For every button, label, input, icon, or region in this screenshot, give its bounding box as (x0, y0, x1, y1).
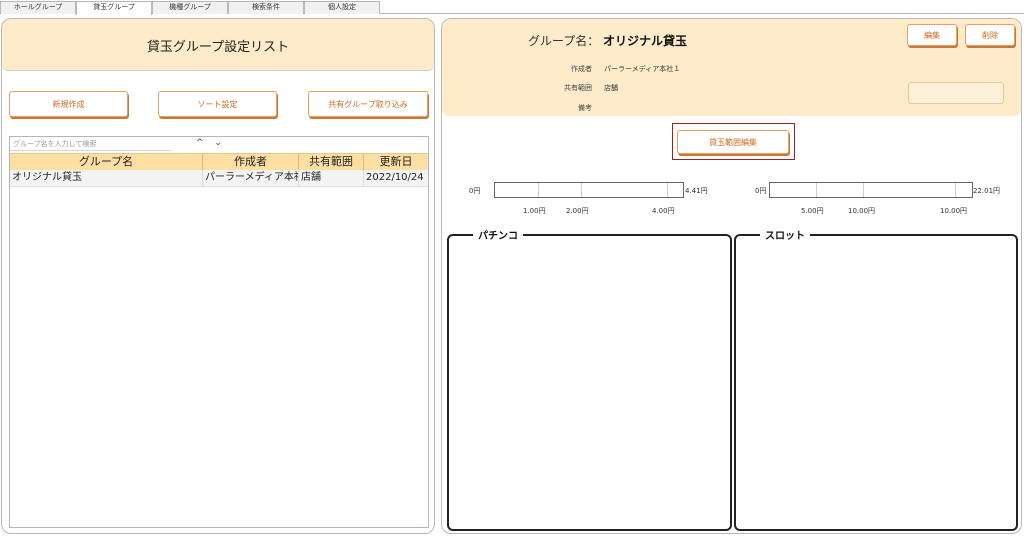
slot-scale-tick-label: 5.00円 (801, 207, 824, 215)
cell-scope: 店舗 (299, 170, 364, 186)
tab-bar: ホールグループ 貸玉グループ 機種グループ 検索条件 個人設定 (0, 0, 1024, 15)
column-header-creator[interactable]: 作成者 (203, 154, 299, 170)
edit-button[interactable]: 編集 (907, 24, 957, 46)
pachinko-group-box: パチンコ (447, 227, 732, 531)
pachinko-rate-scale (494, 182, 684, 198)
group-detail-panel: グループ名： オリジナル貸玉 作成者 パーラーメディア本社１ 共有範囲 店舗 備… (441, 18, 1022, 534)
slot-rate-scale (769, 182, 973, 198)
tab-personal-settings[interactable]: 個人設定 (304, 1, 380, 14)
column-header-updated[interactable]: 更新日 (364, 154, 428, 170)
group-name-label: グループ名： (528, 34, 600, 48)
delete-button-label: 削除 (982, 30, 998, 40)
pachinko-scale-tick-label: 2.00円 (566, 207, 589, 215)
slot-scale-tick (816, 183, 817, 197)
new-button-label: 新規作成 (52, 99, 85, 109)
slot-scale-max: 22.01円 (973, 187, 1001, 195)
tab-machine-group[interactable]: 機種グループ (152, 1, 228, 14)
slot-title: スロット (760, 227, 810, 242)
scope-value: 店舗 (604, 84, 618, 92)
table-header: グループ名 作成者 共有範囲 更新日 (10, 153, 428, 170)
pachinko-scale-tick (581, 183, 582, 197)
slot-scale-tick (955, 183, 956, 197)
sort-toggle-icon[interactable]: ^ ⌄ (196, 137, 226, 151)
column-header-group-name[interactable]: グループ名 (10, 154, 203, 170)
cell-group-name: オリジナル貸玉 (10, 170, 203, 186)
edit-button-label: 編集 (924, 30, 940, 40)
pachinko-scale-min: 0円 (469, 187, 481, 195)
tab-hall-group[interactable]: ホールグループ (0, 1, 76, 14)
import-shared-group-button[interactable]: 共有グループ取り込み (308, 91, 428, 117)
creator-value: パーラーメディア本社１ (604, 65, 681, 73)
cell-creator: パーラーメディア本社１ (203, 170, 299, 186)
memo-label: 備考 (578, 104, 592, 112)
table-row[interactable]: オリジナル貸玉 パーラーメディア本社１ 店舗 2022/10/24 (10, 170, 428, 187)
memo-field[interactable] (908, 82, 1004, 104)
sort-settings-button[interactable]: ソート設定 (158, 91, 277, 117)
tab-rental-ball-group[interactable]: 貸玉グループ (76, 1, 152, 15)
creator-label: 作成者 (571, 65, 592, 73)
new-button[interactable]: 新規作成 (9, 91, 128, 117)
range-edit-button[interactable]: 貸玉範囲編集 (677, 130, 789, 154)
slot-scale-tick (863, 183, 864, 197)
pachinko-scale-tick-label: 4.00円 (652, 207, 675, 215)
delete-button[interactable]: 削除 (965, 24, 1015, 46)
slot-scale-tick-label: 10.00円 (848, 207, 876, 215)
column-header-scope[interactable]: 共有範囲 (299, 154, 364, 170)
slot-scale-min: 0円 (755, 187, 767, 195)
slot-scale-tick-label: 10.00円 (940, 207, 968, 215)
slot-group-box: スロット (734, 227, 1018, 531)
search-input[interactable]: グループ名を入力して検索 (10, 137, 172, 151)
pachinko-scale-tick (667, 183, 668, 197)
pachinko-scale-tick-label: 1.00円 (523, 207, 546, 215)
tab-search-conditions[interactable]: 検索条件 (228, 1, 304, 14)
group-list: グループ名を入力して検索 ^ ⌄ グループ名 作成者 共有範囲 更新日 オリジナ… (9, 136, 429, 528)
group-list-header: 貸玉グループ設定リスト (2, 19, 434, 71)
pachinko-scale-tick (538, 183, 539, 197)
pachinko-title: パチンコ (473, 227, 523, 242)
group-list-panel: 貸玉グループ設定リスト 新規作成 ソート設定 共有グループ取り込み グループ名を… (1, 18, 435, 534)
import-button-label: 共有グループ取り込み (328, 99, 408, 109)
range-edit-button-label: 貸玉範囲編集 (709, 137, 757, 147)
group-name-value: オリジナル貸玉 (603, 34, 688, 48)
cell-updated: 2022/10/24 (366, 172, 424, 183)
page-title: 貸玉グループ設定リスト (146, 40, 290, 55)
pachinko-scale-max: 4.41円 (685, 187, 708, 195)
sort-button-label: ソート設定 (197, 99, 238, 109)
scope-label: 共有範囲 (564, 84, 592, 92)
